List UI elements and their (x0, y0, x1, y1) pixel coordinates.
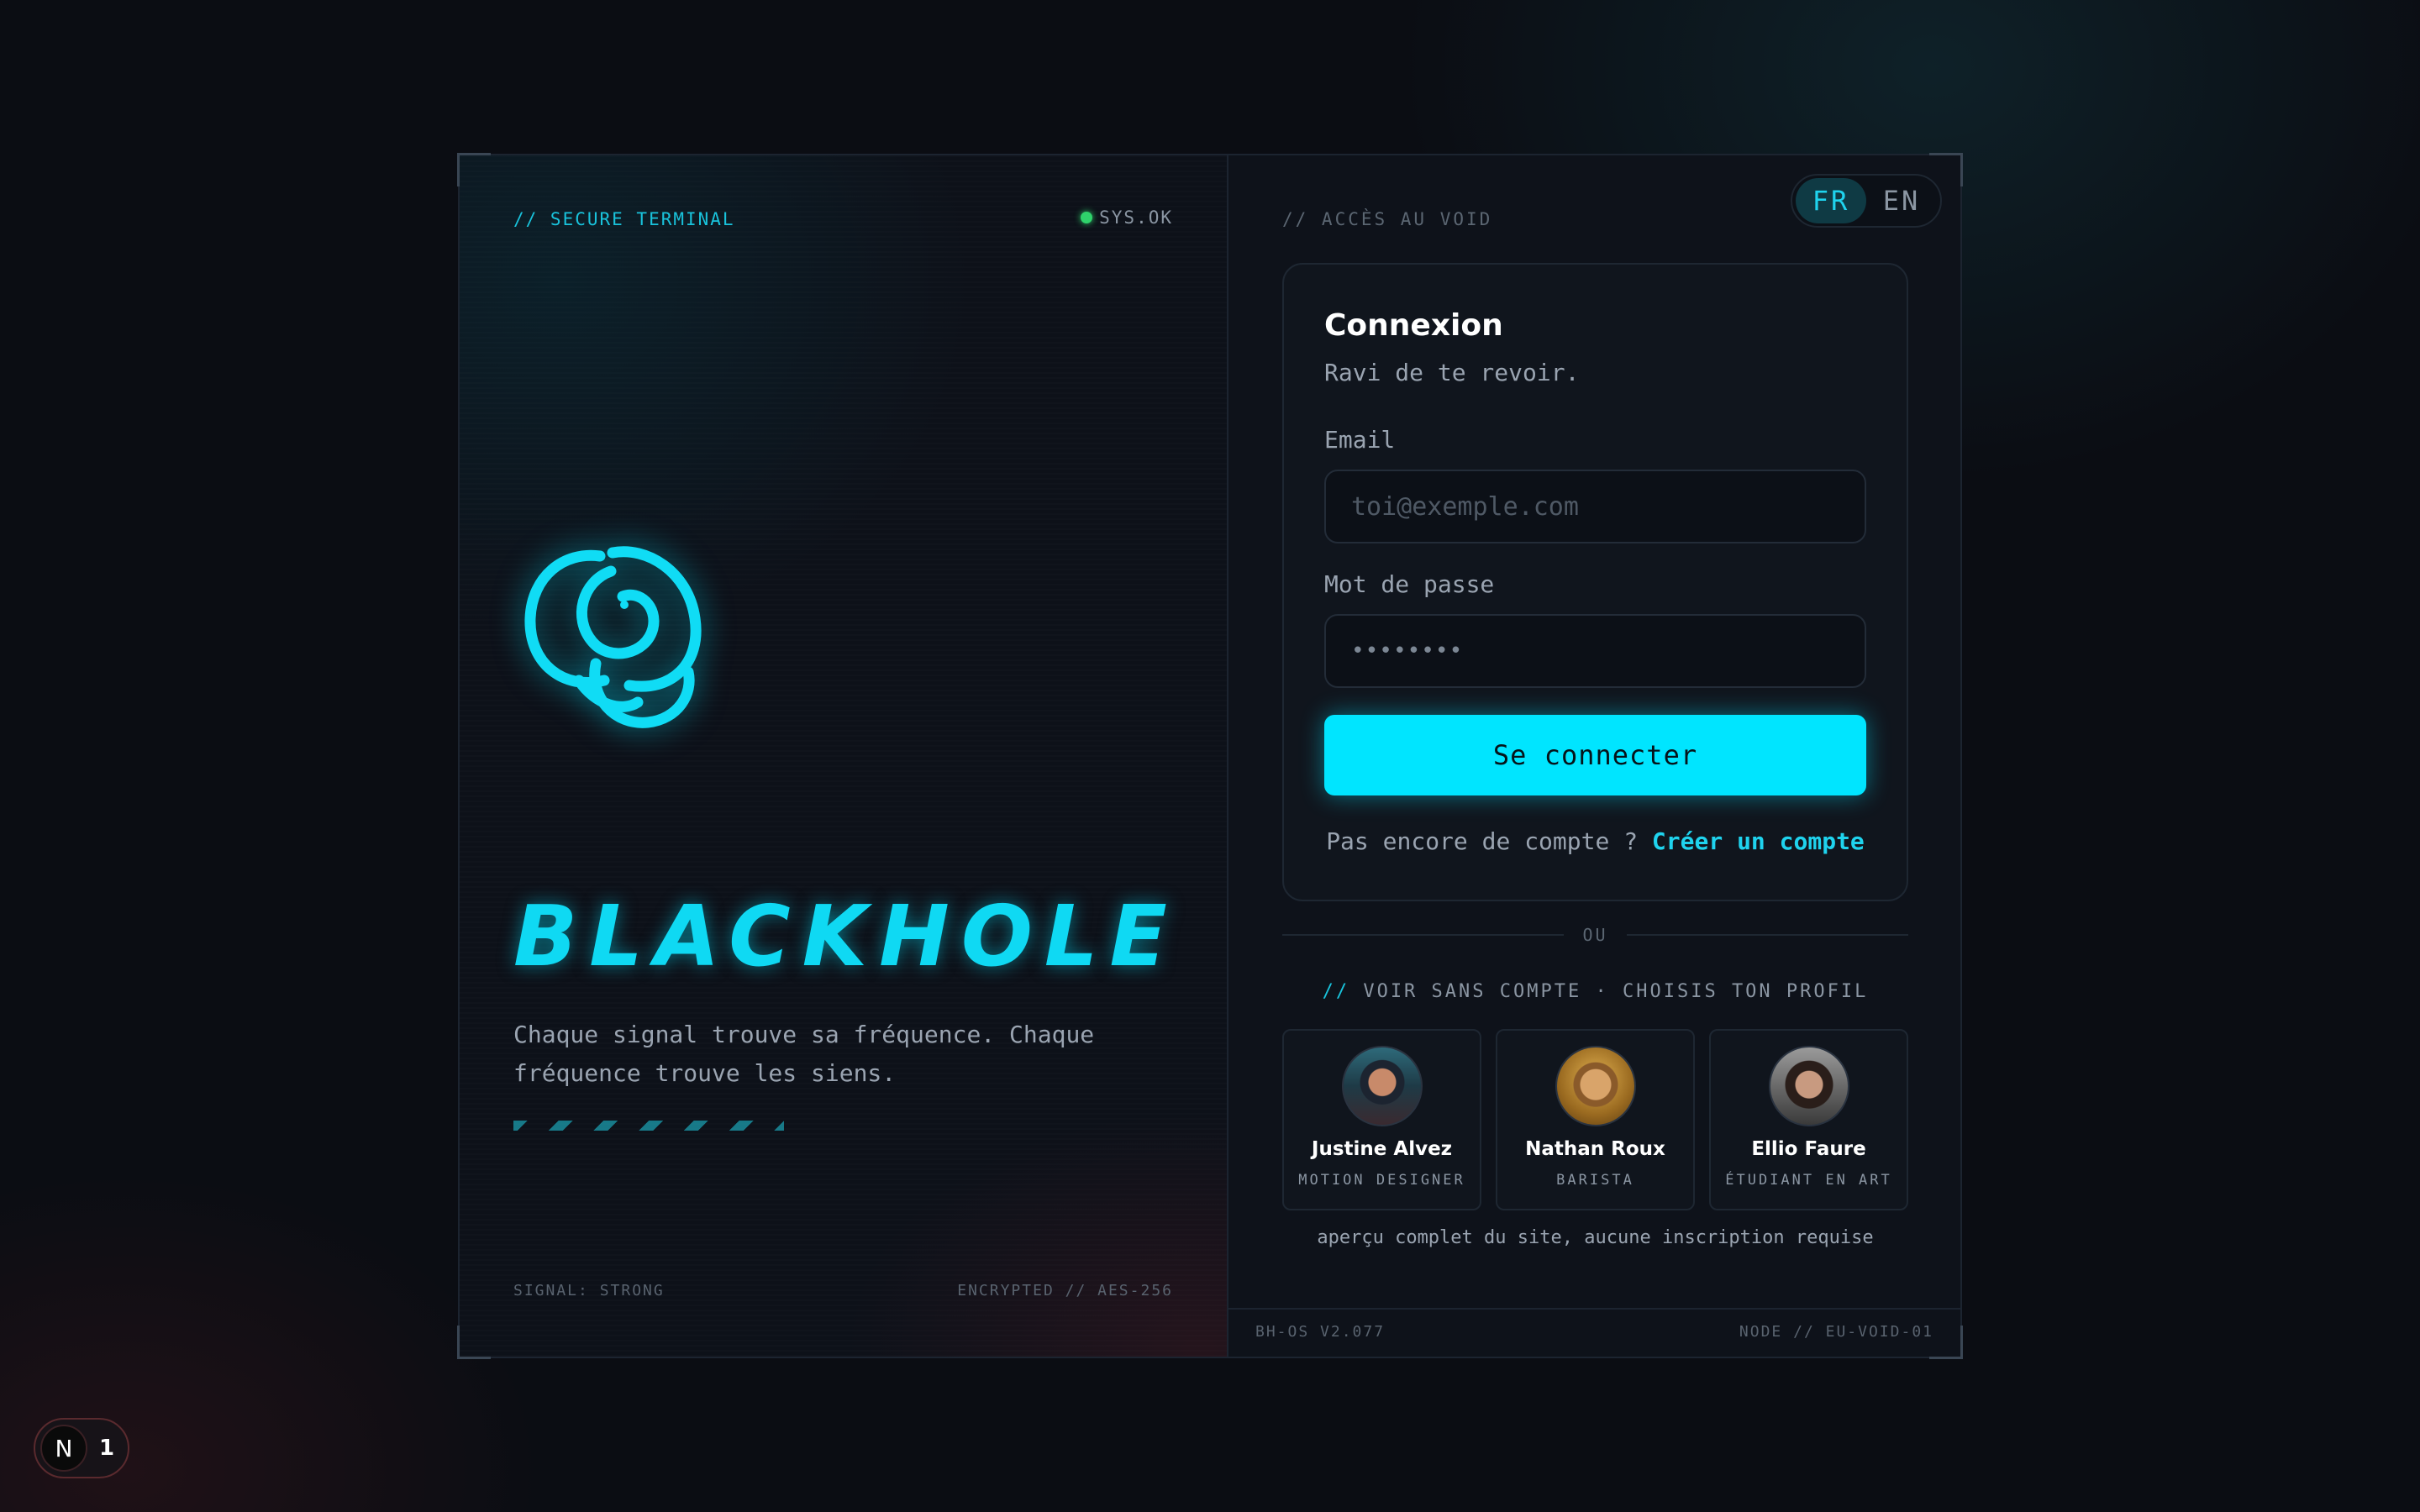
node-id: NODE // EU-VOID-01 (1739, 1323, 1933, 1341)
create-account-link[interactable]: Créer un compte (1652, 827, 1865, 855)
phoenix-logo-icon (524, 546, 702, 728)
password-label: Mot de passe (1324, 570, 1495, 598)
secure-terminal-tag: // SECURE TERMINAL (513, 209, 735, 229)
profile-name: Justine Alvez (1311, 1138, 1453, 1160)
lang-en-button[interactable]: EN (1866, 178, 1937, 223)
os-version: BH-OS V2.077 (1255, 1323, 1386, 1341)
profile-card-ellio[interactable]: Ellio Faure ÉTUDIANT EN ART (1709, 1029, 1908, 1210)
login-frame: // SECURE TERMINAL SYS.OK BLACKHOLE Chaq… (457, 153, 1963, 1359)
right-footer: BH-OS V2.077 NODE // EU-VOID-01 (1228, 1308, 1960, 1357)
issue-count: 1 (99, 1436, 115, 1461)
profile-role: ÉTUDIANT EN ART (1725, 1172, 1892, 1189)
profile-name: Ellio Faure (1751, 1138, 1866, 1160)
profile-role: BARISTA (1556, 1172, 1634, 1189)
brand-wordmark: BLACKHOLE (513, 887, 1179, 985)
profile-name: Nathan Roux (1525, 1138, 1665, 1160)
guest-heading-prefix: // (1322, 981, 1350, 1002)
login-panel: // ACCÈS AU VOID FR EN Connexion Ravi de… (1228, 155, 1960, 1357)
divider-line (1282, 934, 1565, 936)
next-logo-icon: N (40, 1425, 87, 1472)
lang-fr-button[interactable]: FR (1796, 178, 1866, 223)
password-field[interactable]: •••••••• (1324, 614, 1866, 688)
guest-profiles: Justine Alvez MOTION DESIGNER Nathan Rou… (1282, 1029, 1908, 1210)
avatar (1768, 1046, 1849, 1126)
email-label: Email (1324, 426, 1396, 454)
or-divider-label: OU (1582, 925, 1608, 945)
status-dot-icon (1081, 212, 1093, 223)
language-switcher: FR EN (1791, 174, 1942, 228)
profile-card-nathan[interactable]: Nathan Roux BARISTA (1496, 1029, 1695, 1210)
or-divider: OU (1282, 925, 1908, 945)
preview-note: aperçu complet du site, aucune inscripti… (1317, 1227, 1874, 1248)
profile-card-justine[interactable]: Justine Alvez MOTION DESIGNER (1282, 1029, 1481, 1210)
brand-panel: // SECURE TERMINAL SYS.OK BLACKHOLE Chaq… (460, 155, 1228, 1357)
login-card: Connexion Ravi de te revoir. Email Mot d… (1282, 263, 1908, 901)
encryption-status: ENCRYPTED // AES-256 (957, 1282, 1173, 1299)
system-status: SYS.OK (1081, 207, 1173, 228)
guest-profile-heading: // VOIR SANS COMPTE · CHOISIS TON PROFIL (1282, 981, 1908, 1002)
signal-status: SIGNAL: STRONG (513, 1282, 665, 1299)
avatar (1341, 1046, 1423, 1126)
signup-prompt: Pas encore de compte ? Créer un compte (1284, 827, 1907, 855)
login-button[interactable]: Se connecter (1324, 715, 1866, 795)
system-status-text: SYS.OK (1099, 207, 1173, 228)
login-title: Connexion (1324, 308, 1503, 343)
avatar (1555, 1046, 1636, 1126)
email-field[interactable] (1324, 470, 1866, 543)
void-access-tag: // ACCÈS AU VOID (1282, 209, 1493, 229)
hazard-stripes (513, 1121, 784, 1131)
profile-role: MOTION DESIGNER (1298, 1172, 1465, 1189)
guest-heading-text: VOIR SANS COMPTE · CHOISIS TON PROFIL (1349, 981, 1869, 1002)
dev-tools-badge[interactable]: N 1 (34, 1418, 129, 1478)
brand-tagline: Chaque signal trouve sa fréquence. Chaqu… (513, 1021, 1095, 1087)
divider-line (1626, 934, 1908, 936)
login-subtitle: Ravi de te revoir. (1324, 359, 1580, 386)
no-account-text: Pas encore de compte ? (1326, 827, 1652, 855)
